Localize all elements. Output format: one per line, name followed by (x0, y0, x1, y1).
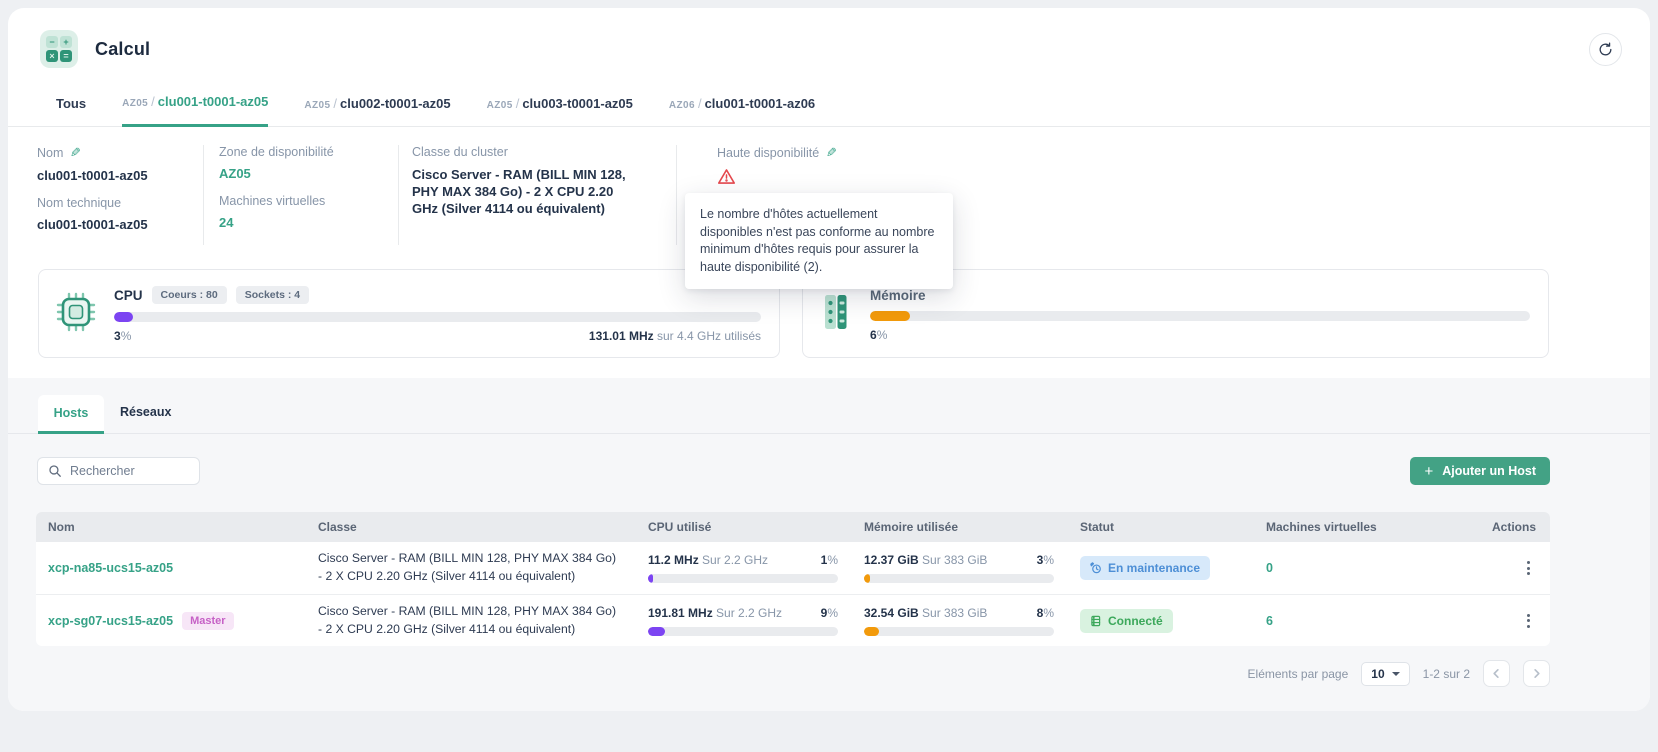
host-memory-meter: 12.37 GiB Sur 383 GiB3% (864, 553, 1080, 583)
name-label: Nom✎ (37, 145, 203, 161)
connected-icon (1090, 615, 1102, 627)
col-machines-virtuelles: Machines virtuelles (1266, 520, 1492, 534)
main-card: − + × = Calcul Tous AZ05/clu001-t0001-az… (8, 8, 1650, 711)
cpu-usage-text: 131.01 MHz sur 4.4 GHz utilisés (589, 329, 761, 343)
tab-clu001-t0001-az05[interactable]: AZ05/clu001-t0001-az05 (122, 94, 268, 127)
cpu-chip-icon (55, 291, 97, 338)
hosts-section: Hosts Réseaux + Ajouter un Host Nom Clas… (8, 378, 1650, 711)
col-classe: Classe (318, 520, 648, 534)
search-box[interactable] (37, 457, 200, 485)
host-class: Cisco Server - RAM (BILL MIN 128, PHY MA… (318, 550, 648, 585)
items-per-page-label: Eléments par page (1248, 667, 1349, 681)
calcul-app-icon: − + × = (40, 30, 78, 68)
ha-label: Haute disponibilité✎ (717, 145, 1650, 161)
memory-progress-fill (870, 311, 910, 321)
col-actions: Actions (1492, 520, 1550, 534)
cluster-class-label: Classe du cluster (412, 145, 676, 159)
tab-hosts[interactable]: Hosts (38, 395, 104, 434)
az-label: Zone de disponibilité (219, 145, 398, 159)
page-header: − + × = Calcul (8, 8, 1650, 68)
warning-triangle-icon[interactable] (717, 168, 1650, 190)
chevron-left-icon (1491, 668, 1502, 679)
az-value: AZ05 (219, 166, 398, 181)
cpu-progress-track (114, 312, 761, 322)
master-badge: Master (182, 612, 233, 630)
next-page-button[interactable] (1523, 660, 1550, 687)
row-actions-menu[interactable] (1506, 557, 1550, 579)
host-cpu-fill (648, 627, 665, 636)
row-actions-menu[interactable] (1506, 610, 1550, 632)
vm-count-value: 24 (219, 215, 398, 230)
tech-name-label: Nom technique (37, 196, 203, 210)
cpu-title: CPU (114, 288, 143, 303)
col-cpu: CPU utilisé (648, 520, 864, 534)
chevron-down-icon (1392, 672, 1400, 676)
table-row: xcp-na85-ucs15-az05 Cisco Server - RAM (… (36, 542, 1550, 594)
maintenance-icon (1090, 562, 1102, 574)
cpu-percent: 3% (114, 329, 131, 343)
tab-clu001-t0001-az06[interactable]: AZ06/clu001-t0001-az06 (669, 96, 815, 126)
edit-name-icon[interactable]: ✎ (70, 145, 81, 161)
name-value: clu001-t0001-az05 (37, 168, 203, 183)
cpu-card: CPU Coeurs : 80 Sockets : 4 3% 131.01 MH… (38, 269, 780, 358)
memory-progress-track (870, 311, 1530, 321)
host-cpu-meter: 191.81 MHz Sur 2.2 GHz9% (648, 606, 864, 636)
previous-page-button[interactable] (1483, 660, 1510, 687)
cpu-cores-badge: Coeurs : 80 (152, 286, 227, 304)
host-class: Cisco Server - RAM (BILL MIN 128, PHY MA… (318, 603, 648, 638)
status-badge: En maintenance (1080, 556, 1210, 580)
refresh-icon (1598, 42, 1613, 57)
plus-icon: + (60, 36, 72, 48)
host-cpu-fill (648, 574, 653, 583)
search-icon (48, 464, 62, 478)
host-name-link[interactable]: xcp-na85-ucs15-az05 (48, 561, 173, 575)
tab-clu003-t0001-az05[interactable]: AZ05/clu003-t0001-az05 (487, 96, 633, 126)
memory-percent: 6% (870, 328, 887, 342)
host-memory-fill (864, 574, 870, 583)
col-memoire: Mémoire utilisée (864, 520, 1080, 534)
status-badge: Connecté (1080, 609, 1173, 633)
add-host-button[interactable]: + Ajouter un Host (1410, 457, 1550, 485)
edit-ha-icon[interactable]: ✎ (826, 145, 837, 161)
refresh-button[interactable] (1589, 33, 1622, 66)
multiply-icon: × (46, 50, 58, 62)
table-row: xcp-sg07-ucs15-az05 Master Cisco Server … (36, 594, 1550, 646)
table-header: Nom Classe CPU utilisé Mémoire utilisée … (36, 512, 1550, 542)
host-name-link[interactable]: xcp-sg07-ucs15-az05 (48, 614, 173, 628)
page-size-select[interactable]: 10 (1361, 662, 1409, 686)
cluster-tabs: Tous AZ05/clu001-t0001-az05 AZ05/clu002-… (8, 68, 1650, 127)
memory-title: Mémoire (870, 288, 926, 303)
tab-tous[interactable]: Tous (56, 96, 86, 126)
host-cpu-meter: 11.2 MHz Sur 2.2 GHz1% (648, 553, 864, 583)
cluster-info: Nom✎ clu001-t0001-az05 Nom technique clu… (8, 127, 1650, 259)
vm-count-link[interactable]: 0 (1266, 561, 1273, 575)
cpu-progress-fill (114, 312, 133, 322)
equals-icon: = (60, 50, 72, 62)
tab-clu002-t0001-az05[interactable]: AZ05/clu002-t0001-az05 (304, 96, 450, 126)
hosts-toolbar: + Ajouter un Host (37, 457, 1550, 485)
pagination: Eléments par page 10 1-2 sur 2 (36, 660, 1550, 687)
col-nom: Nom (48, 520, 318, 534)
chevron-right-icon (1531, 668, 1542, 679)
cpu-sockets-badge: Sockets : 4 (236, 286, 309, 304)
ram-icon (819, 292, 853, 337)
hosts-subtabs: Hosts Réseaux (8, 378, 1650, 434)
vm-count-label: Machines virtuelles (219, 194, 398, 208)
tech-name-value: clu001-t0001-az05 (37, 217, 203, 232)
vm-count-link[interactable]: 6 (1266, 614, 1273, 628)
search-input[interactable] (70, 464, 180, 478)
host-memory-fill (864, 627, 879, 636)
host-memory-meter: 32.54 GiB Sur 383 GiB8% (864, 606, 1080, 636)
hosts-table: Nom Classe CPU utilisé Mémoire utilisée … (36, 512, 1550, 646)
minus-icon: − (46, 36, 58, 48)
plus-icon: + (1424, 463, 1433, 480)
col-statut: Statut (1080, 520, 1266, 534)
ha-warning-tooltip: Le nombre d'hôtes actuellement disponibl… (685, 193, 953, 289)
tab-reseaux[interactable]: Réseaux (120, 394, 171, 433)
page-title: Calcul (95, 39, 150, 60)
cluster-class-value: Cisco Server - RAM (BILL MIN 128, PHY MA… (412, 166, 640, 217)
page-range: 1-2 sur 2 (1423, 667, 1470, 681)
